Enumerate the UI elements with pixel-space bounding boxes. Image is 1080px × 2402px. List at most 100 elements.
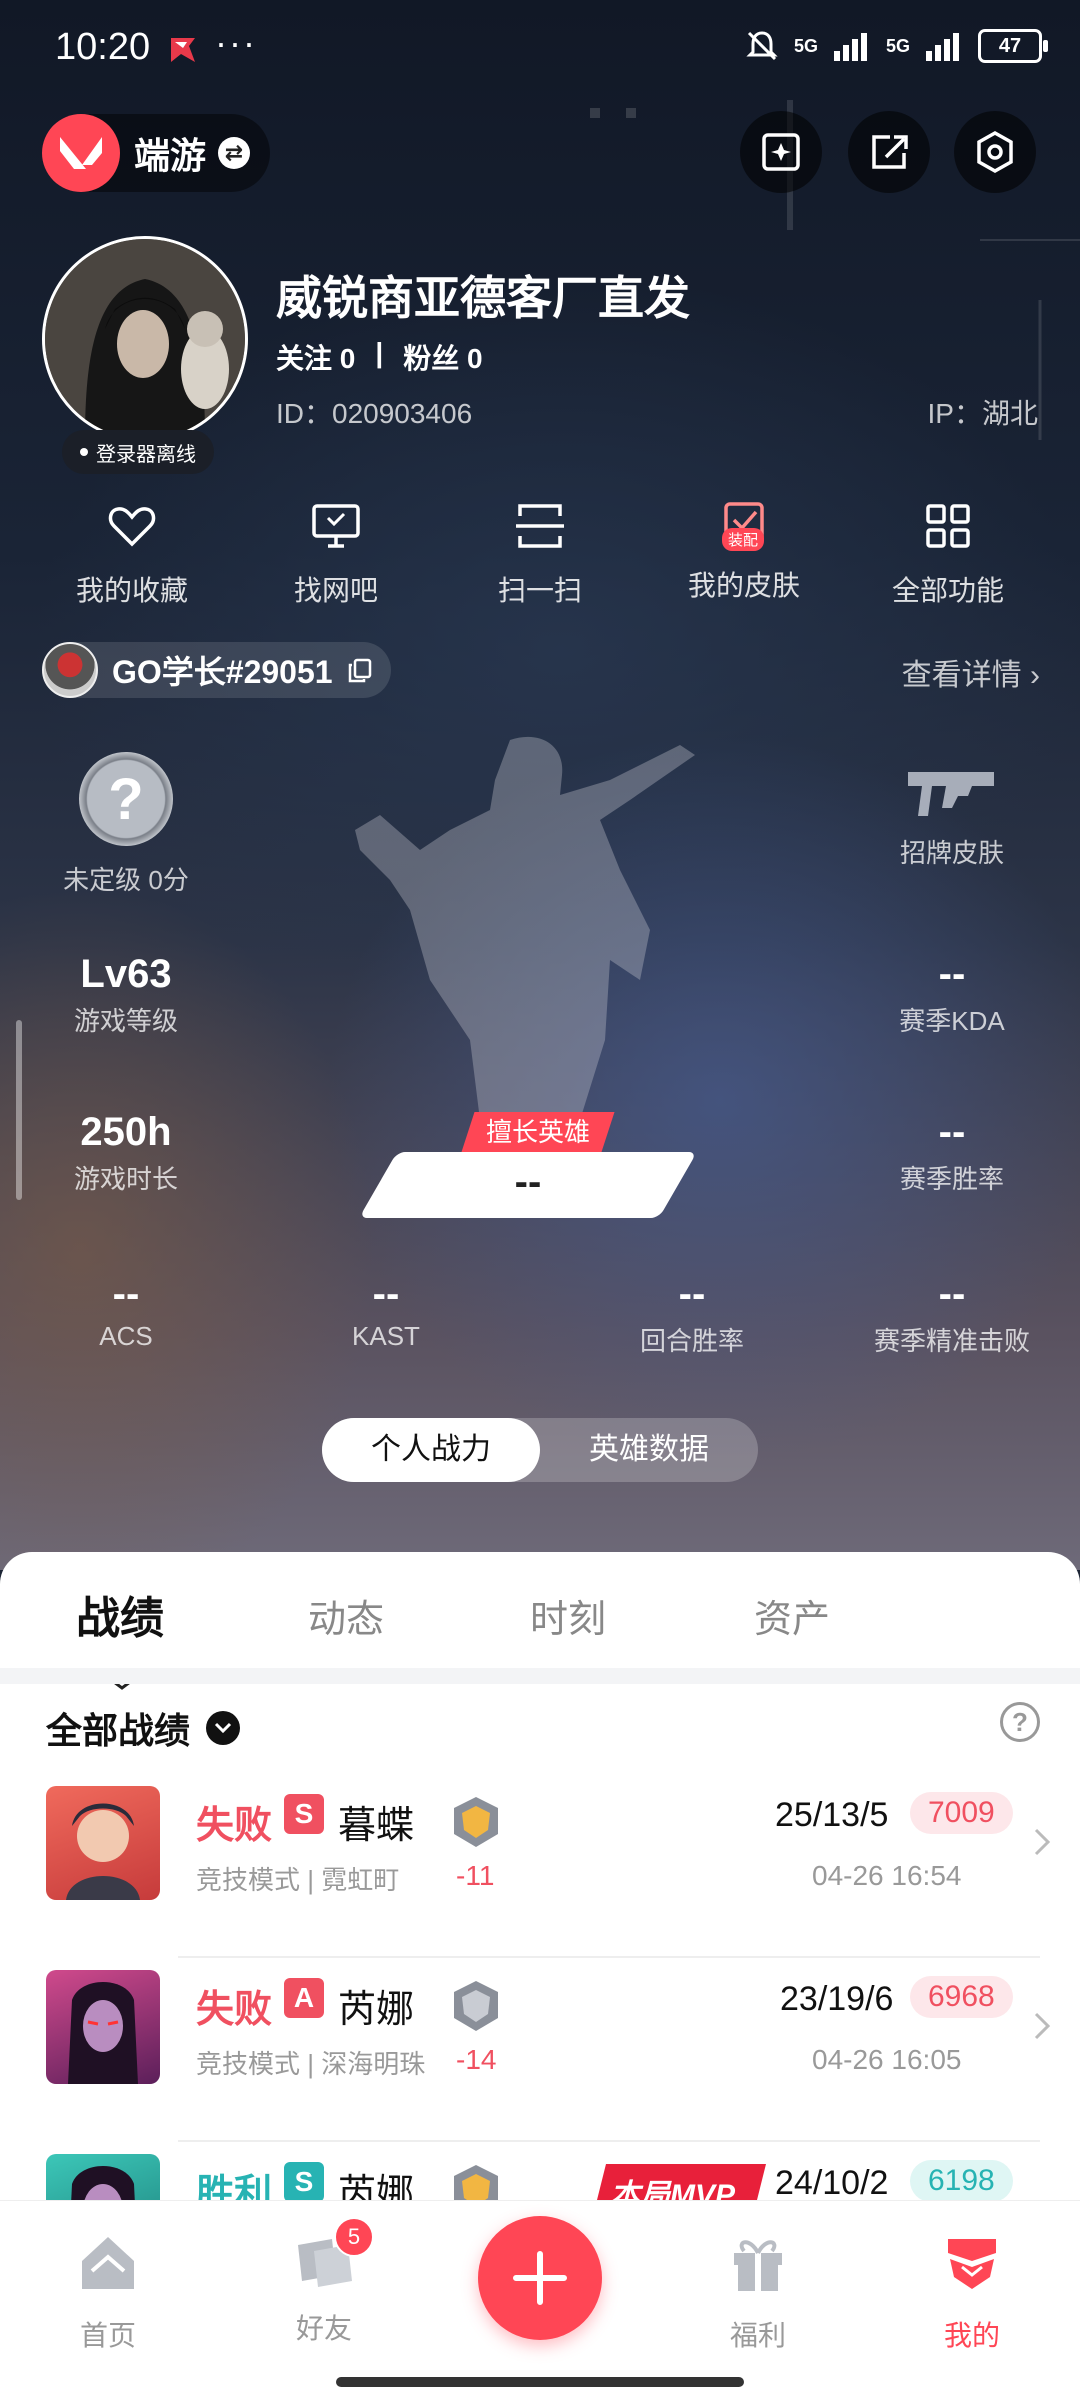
stat-signature-skin[interactable]: 招牌皮肤 (832, 762, 1072, 870)
account-avatar (42, 642, 98, 698)
avatar[interactable] (42, 236, 248, 442)
sparkle-card-button[interactable] (740, 111, 822, 193)
share-button[interactable] (848, 111, 930, 193)
stat-kda: -- 赛季KDA (832, 952, 1072, 1038)
toggle-hero-data[interactable]: 英雄数据 (540, 1418, 758, 1482)
home-icon (82, 2237, 134, 2289)
user-id: ID：020903406 (276, 398, 473, 429)
stat-level: Lv63 游戏等级 (6, 952, 246, 1038)
quick-item-favorites[interactable]: 我的收藏 (32, 498, 232, 609)
follow-divider: | (375, 337, 384, 368)
tab-records[interactable]: 战绩 (76, 1582, 164, 1646)
nav-friends[interactable]: 5 好友 (254, 2217, 394, 2347)
quick-item-internet-cafe[interactable]: 找网吧 (236, 498, 436, 609)
round-winrate-value: -- (678, 1272, 706, 1316)
nav-rewards[interactable]: 福利 (688, 2231, 828, 2354)
scan-icon (516, 504, 564, 548)
quick-label: 我的收藏 (75, 575, 188, 606)
kda-value: -- (938, 952, 966, 996)
match-result: 失败 (196, 1989, 273, 2031)
quick-item-scan[interactable]: 扫一扫 (440, 498, 640, 609)
chevron-right-icon (1034, 2012, 1051, 2040)
fans-count[interactable]: 粉丝 0 (403, 337, 482, 377)
match-date: 04-26 16:05 (812, 2044, 962, 2075)
quick-item-skins[interactable]: 装配 我的皮肤 (644, 498, 844, 609)
agent-avatar (46, 1970, 160, 2084)
rank-label: 未定级 0分 (63, 865, 189, 895)
hours-value: 250h (80, 1110, 172, 1154)
copy-icon[interactable] (347, 657, 373, 683)
stat-winrate: -- 赛季胜率 (832, 1110, 1072, 1196)
match-row[interactable]: 失败 S 暮蝶 竞技模式 | 霓虹町 -11 25/13/5 7009 04-2… (0, 1774, 1080, 1958)
signal-label-2: 5G (885, 35, 910, 56)
tab-assets[interactable]: 资产 (754, 1588, 830, 1643)
nav-label: 首页 (79, 2320, 136, 2351)
settings-button[interactable] (954, 111, 1036, 193)
profile-hero: 10:20 ··· 5G 5G 47 端游 ⇄ 登录器离线 威锐商亚德客厂直发 … (0, 0, 1080, 1570)
rank-badge-icon (454, 1797, 498, 1847)
account-name: GO学长#29051 (112, 654, 333, 690)
friends-badge: 5 (334, 2217, 374, 2257)
kda-label: 赛季KDA (899, 1006, 1005, 1036)
view-details-label: 查看详情 (901, 659, 1022, 692)
nav-label: 好友 (295, 2313, 352, 2344)
status-dot-icon (80, 448, 88, 456)
game-switcher[interactable]: 端游 ⇄ (42, 114, 271, 192)
nickname: 威锐商亚德客厂直发 (276, 272, 690, 324)
winrate-value: -- (938, 1110, 966, 1154)
chevron-down-icon (206, 1711, 241, 1745)
match-agent: 暮蝶 (338, 1805, 415, 1847)
mute-bell-icon (746, 31, 778, 61)
tab-moments[interactable]: 时刻 (530, 1588, 606, 1643)
records-filter[interactable]: 全部战绩 (46, 1702, 241, 1754)
precise-kills-value: -- (938, 1272, 966, 1316)
level-label: 游戏等级 (73, 1006, 178, 1036)
heart-icon (108, 507, 156, 547)
chevron-right-icon (1034, 1828, 1051, 1856)
signal-label-1: 5G (793, 35, 818, 56)
match-row[interactable]: 失败 A 芮娜 竞技模式 | 深海明珠 -14 23/19/6 6968 04-… (0, 1958, 1080, 2142)
status-bar: 10:20 ··· 5G 5G 47 (0, 0, 1080, 100)
quick-label: 找网吧 (293, 575, 378, 606)
data-view-toggle: 个人战力 英雄数据 (322, 1418, 758, 1482)
view-details-link[interactable]: 查看详情 › (902, 650, 1040, 694)
gun-icon (908, 772, 994, 816)
launcher-status-badge: 登录器离线 (62, 430, 214, 474)
favorite-hero[interactable]: 擅长英雄 -- (358, 1112, 698, 1222)
tab-activity[interactable]: 动态 (308, 1588, 384, 1643)
scroll-indicator (16, 1020, 22, 1200)
profile-icon (948, 2239, 996, 2289)
status-time: 10:20 (55, 26, 151, 68)
launcher-status-text: 登录器离线 (96, 443, 196, 466)
stat-kast: -- KAST (266, 1272, 506, 1352)
signature-skin-label: 招牌皮肤 (899, 838, 1004, 868)
match-date: 04-26 16:54 (812, 1860, 962, 1891)
game-name: 端游 (134, 135, 207, 176)
quick-item-all-features[interactable]: 全部功能 (848, 498, 1048, 609)
unranked-icon: ? (79, 752, 173, 846)
help-icon[interactable]: ? (1000, 1702, 1040, 1742)
rank-badge-icon (454, 1981, 498, 2031)
favorite-hero-tag: 擅长英雄 (461, 1112, 615, 1152)
quick-label: 我的皮肤 (687, 570, 800, 601)
game-account[interactable]: GO学长#29051 (42, 642, 391, 698)
nav-profile[interactable]: 我的 (902, 2231, 1042, 2354)
kast-label: KAST (352, 1321, 420, 1351)
level-value: Lv63 (80, 952, 172, 996)
stat-rank[interactable]: ? 未定级 0分 (6, 752, 246, 897)
match-mode: 竞技模式 | 深海明珠 (196, 2049, 426, 2079)
skin-icon: 装配 (716, 498, 772, 554)
sparkle-card-icon (762, 133, 800, 171)
match-kda: 23/19/6 (780, 1980, 894, 2018)
nav-home[interactable]: 首页 (38, 2231, 178, 2354)
quick-menu: 我的收藏 找网吧 扫一扫 装配 我的皮肤 全部功能 (0, 498, 1080, 609)
match-grade-badge: S (284, 1794, 324, 1834)
hours-label: 游戏时长 (73, 1164, 178, 1194)
create-post-button[interactable] (478, 2216, 602, 2340)
records-filter-label: 全部战绩 (46, 1710, 191, 1751)
following-count[interactable]: 关注 0 (276, 337, 355, 377)
toggle-personal-power[interactable]: 个人战力 (322, 1418, 540, 1482)
match-kda: 25/13/5 (775, 1796, 889, 1834)
battery-indicator: 47 (978, 29, 1048, 63)
match-grade-badge: A (284, 1978, 324, 2018)
